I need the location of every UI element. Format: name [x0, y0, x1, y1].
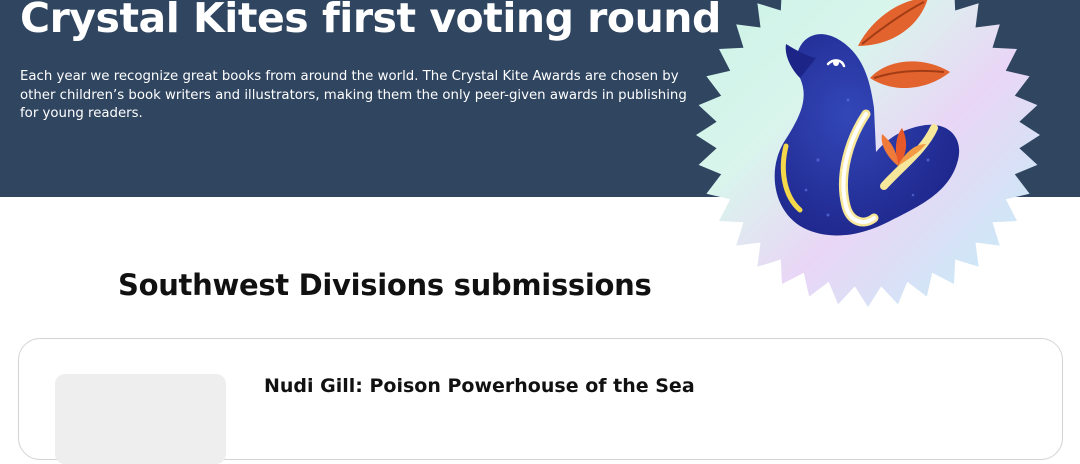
book-title[interactable]: Nudi Gill: Poison Powerhouse of the Sea: [264, 375, 695, 397]
submission-card[interactable]: Nudi Gill: Poison Powerhouse of the Sea: [18, 338, 1063, 464]
page-title: Crystal Kites first voting round: [20, 0, 721, 42]
hero-description: Each year we recognize great books from …: [20, 69, 687, 121]
section-title: Southwest Divisions submissions: [118, 268, 652, 302]
crystal-kite-seal-bird-icon: [696, 0, 1040, 307]
book-cover-image[interactable]: [55, 374, 226, 464]
